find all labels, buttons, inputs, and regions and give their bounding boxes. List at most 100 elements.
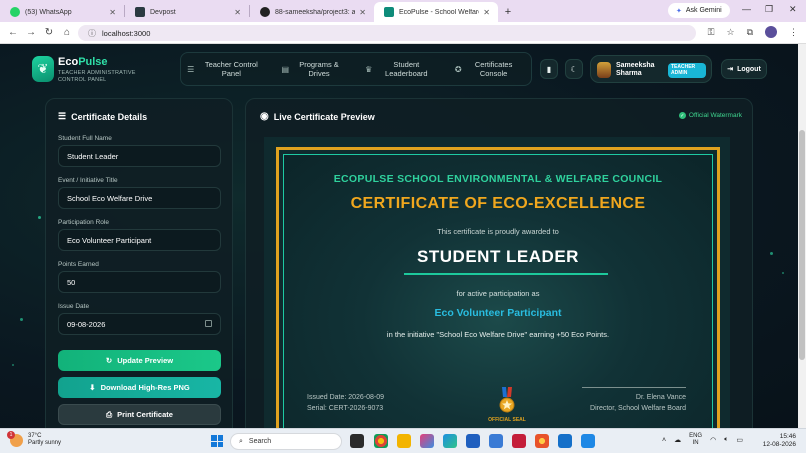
panel-title: ☰ Certificate Details (58, 111, 147, 122)
clock-time: 15:46 (779, 433, 796, 440)
close-icon[interactable]: ✕ (109, 8, 116, 17)
mcafee-icon[interactable] (512, 434, 526, 448)
logout-label: Logout (737, 65, 761, 73)
edge-icon[interactable] (443, 434, 457, 448)
official-seal-text: OFFICIAL SEAL (488, 417, 526, 423)
taskbar-search[interactable]: ⌕ Search (230, 433, 342, 450)
close-icon[interactable]: ✕ (483, 8, 490, 17)
participation-role-input[interactable] (67, 235, 220, 245)
nav-certificates-console[interactable]: ✪ Certificates Console (444, 60, 532, 78)
file-explorer-icon[interactable] (397, 434, 411, 448)
chrome-icon[interactable] (374, 434, 388, 448)
wifi-icon[interactable]: ◠ (710, 436, 716, 444)
nav-teacher-control-panel[interactable]: ☰ Teacher Control Panel (181, 60, 269, 78)
home-icon[interactable]: ⌂ (58, 27, 76, 38)
tab-devpost[interactable]: Devpost ✕ (125, 2, 249, 22)
language-indicator[interactable]: ENG IN (689, 433, 702, 447)
password-key-icon[interactable]: ⚿ (708, 27, 715, 38)
recipient-underline (404, 273, 608, 275)
tab-title: 88-sameeksha/project3: antigr... (275, 8, 356, 16)
extensions-icon[interactable]: ⧉ (747, 27, 753, 38)
forward-arrow-icon[interactable]: → (22, 27, 40, 38)
initiative-line: in the initiative "School Eco Welfare Dr… (386, 330, 610, 339)
council-name: ECOPULSE SCHOOL ENVIRONMENTAL & WELFARE … (333, 173, 663, 185)
page-scrollbar[interactable] (798, 44, 806, 428)
system-clock[interactable]: 15:46 12-08-2026 (763, 433, 796, 449)
calendar-icon[interactable] (205, 320, 212, 327)
tab-github[interactable]: 88-sameeksha/project3: antigr... ✕ (250, 2, 374, 22)
devpost-icon (135, 7, 145, 17)
particle-decoration (770, 252, 773, 255)
windows-start-icon[interactable] (211, 435, 223, 447)
reload-icon[interactable]: ↻ (40, 27, 58, 38)
copilot-icon[interactable] (420, 434, 434, 448)
trash-icon[interactable]: ▮ (540, 59, 558, 79)
logout-button[interactable]: ⇥ Logout (721, 59, 767, 79)
update-preview-button[interactable]: ↻ Update Preview (58, 350, 221, 371)
tab-title: EcoPulse - School Welfare & En... (399, 8, 479, 16)
moon-icon[interactable]: ☾ (565, 59, 583, 79)
close-icon[interactable]: ✕ (234, 8, 241, 17)
url-field[interactable]: ⓘ localhost:3000 (78, 25, 696, 41)
print-certificate-button[interactable]: ⎙ Print Certificate (58, 404, 221, 425)
outlook-icon[interactable] (558, 434, 572, 448)
ecopulse-app: ❦ EcoPulse TEACHER ADMINISTRATIVE CONTRO… (0, 44, 798, 428)
nav-programs-drives[interactable]: ▤ Programs & Drives (269, 60, 357, 78)
site-info-icon[interactable]: ⓘ (88, 28, 96, 39)
github-icon (260, 7, 270, 17)
region-code: IN (692, 440, 699, 446)
address-bar: ← → ↻ ⌂ ⓘ localhost:3000 ⚿ ☆ ⧉ ⋮ (0, 22, 806, 44)
clock-date: 12-08-2026 (762, 441, 796, 448)
ask-gemini-button[interactable]: ✦ Ask Gemini (668, 3, 730, 18)
particle-decoration (38, 216, 41, 219)
participation-role-field[interactable] (58, 229, 221, 251)
minimize-icon[interactable]: — (742, 4, 751, 14)
issue-date-field[interactable] (58, 313, 221, 335)
brand-name[interactable]: EcoPulse (58, 56, 108, 68)
firefox-icon[interactable] (535, 434, 549, 448)
weather-widget[interactable]: 1 37°C Partly sunny (7, 430, 62, 447)
points-earned-field[interactable] (58, 271, 221, 293)
download-png-button[interactable]: ⬇ Download High-Res PNG (58, 377, 221, 398)
browser-menu-icon[interactable]: ⋮ (789, 27, 798, 38)
role-title: Eco Volunteer Participant (434, 307, 562, 319)
brand-subtitle: TEACHER ADMINISTRATIVE CONTROL PANEL (58, 70, 136, 83)
event-title-field[interactable] (58, 187, 221, 209)
scrollbar-thumb[interactable] (799, 130, 805, 360)
logout-icon: ⇥ (727, 66, 734, 73)
store-icon[interactable] (466, 434, 480, 448)
particle-decoration (782, 272, 784, 274)
cloud-icon[interactable]: ☁ (674, 436, 681, 444)
whatsapp-icon (10, 7, 20, 17)
vscode-icon[interactable] (581, 434, 595, 448)
chevron-up-icon[interactable]: ˄ (662, 437, 666, 444)
preview-title: ◉ Live Certificate Preview (260, 111, 375, 122)
new-tab-button[interactable]: + (498, 2, 518, 22)
app-icon[interactable] (489, 434, 503, 448)
certificate-body: ECOPULSE SCHOOL ENVIRONMENTAL & WELFARE … (283, 154, 713, 428)
user-chip[interactable]: Sameeksha Sharma TEACHER ADMIN (590, 55, 712, 83)
event-title-input[interactable] (67, 193, 220, 203)
back-arrow-icon[interactable]: ← (4, 27, 22, 38)
window-close-icon[interactable]: ✕ (789, 4, 797, 15)
maximize-icon[interactable]: ❐ (765, 4, 773, 15)
profile-avatar[interactable] (765, 26, 777, 38)
student-name-input[interactable] (67, 151, 220, 161)
official-watermark-badge: ✓ Official Watermark (678, 112, 742, 119)
nav-student-leaderboard[interactable]: ♛ Student Leaderboard (356, 60, 444, 78)
issue-date-input[interactable] (67, 319, 220, 329)
bookmark-star-icon[interactable]: ☆ (726, 27, 734, 38)
sun-icon: 1 (7, 430, 23, 447)
signer-name: Dr. Elena Vance (635, 394, 686, 401)
weather-condition: Partly sunny (28, 440, 62, 446)
speaker-icon[interactable]: 🔈︎ (724, 436, 728, 444)
battery-icon[interactable]: ▭ (736, 436, 743, 444)
tab-whatsapp[interactable]: (53) WhatsApp ✕ (0, 2, 124, 22)
task-view-icon[interactable] (350, 434, 364, 448)
points-earned-input[interactable] (67, 277, 220, 287)
award-icon: ✪ (454, 64, 462, 74)
close-icon[interactable]: ✕ (359, 8, 366, 17)
student-name-field[interactable] (58, 145, 221, 167)
issue-date-label: Issue Date (58, 303, 90, 310)
tab-ecopulse[interactable]: EcoPulse - School Welfare & En... ✕ (374, 2, 498, 22)
